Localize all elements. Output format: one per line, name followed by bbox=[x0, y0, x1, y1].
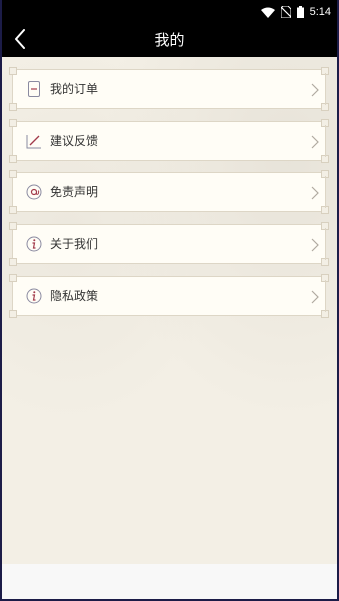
no-sim-icon bbox=[280, 3, 292, 22]
corner-ornament bbox=[321, 170, 329, 178]
info-icon bbox=[26, 236, 42, 252]
chevron-right-icon bbox=[310, 134, 320, 149]
chevron-right-icon bbox=[310, 289, 320, 304]
corner-ornament bbox=[321, 155, 329, 163]
order-icon bbox=[26, 81, 42, 97]
menu-item-privacy[interactable]: 隐私政策 bbox=[9, 274, 329, 318]
corner-ornament bbox=[9, 170, 17, 178]
app-bar: 我的 bbox=[0, 24, 339, 57]
menu-item-label: 我的订单 bbox=[50, 82, 99, 96]
corner-ornament bbox=[9, 310, 17, 318]
chevron-right-icon bbox=[310, 82, 320, 97]
menu-item-disclaimer[interactable]: 免责声明 bbox=[9, 170, 329, 214]
menu-item-about[interactable]: 关于我们 bbox=[9, 222, 329, 266]
corner-ornament bbox=[321, 103, 329, 111]
menu-item-label: 关于我们 bbox=[50, 237, 99, 251]
menu-item-label: 建议反馈 bbox=[50, 134, 99, 148]
info-icon bbox=[26, 288, 42, 304]
corner-ornament bbox=[321, 222, 329, 230]
wifi-icon bbox=[260, 3, 275, 22]
corner-ornament bbox=[321, 119, 329, 127]
status-icons: 5:14 bbox=[260, 0, 331, 24]
feedback-icon bbox=[26, 133, 42, 149]
menu-item-label: 隐私政策 bbox=[50, 289, 99, 303]
menu-item-orders[interactable]: 我的订单 bbox=[9, 67, 329, 111]
corner-ornament bbox=[9, 103, 17, 111]
menu-item-label: 免责声明 bbox=[50, 185, 99, 199]
corner-ornament bbox=[9, 274, 17, 282]
corner-ornament bbox=[9, 119, 17, 127]
chevron-right-icon bbox=[310, 237, 320, 252]
corner-ornament bbox=[9, 67, 17, 75]
status-time: 5:14 bbox=[309, 6, 331, 18]
page-title: 我的 bbox=[154, 31, 185, 49]
corner-ornament bbox=[321, 206, 329, 214]
corner-ornament bbox=[321, 274, 329, 282]
corner-ornament bbox=[321, 258, 329, 266]
battery-icon bbox=[296, 3, 304, 22]
status-bar: 5:14 bbox=[0, 0, 339, 24]
corner-ornament bbox=[9, 258, 17, 266]
corner-ornament bbox=[9, 206, 17, 214]
corner-ornament bbox=[321, 67, 329, 75]
disclaimer-icon bbox=[26, 184, 42, 200]
content-area: 我的订单 建议反馈 免责声明 关于我们 隐私政策 bbox=[0, 57, 339, 564]
menu-item-feedback[interactable]: 建议反馈 bbox=[9, 119, 329, 163]
bottom-area bbox=[0, 564, 339, 601]
corner-ornament bbox=[321, 310, 329, 318]
corner-ornament bbox=[9, 155, 17, 163]
corner-ornament bbox=[9, 222, 17, 230]
chevron-right-icon bbox=[310, 185, 320, 200]
